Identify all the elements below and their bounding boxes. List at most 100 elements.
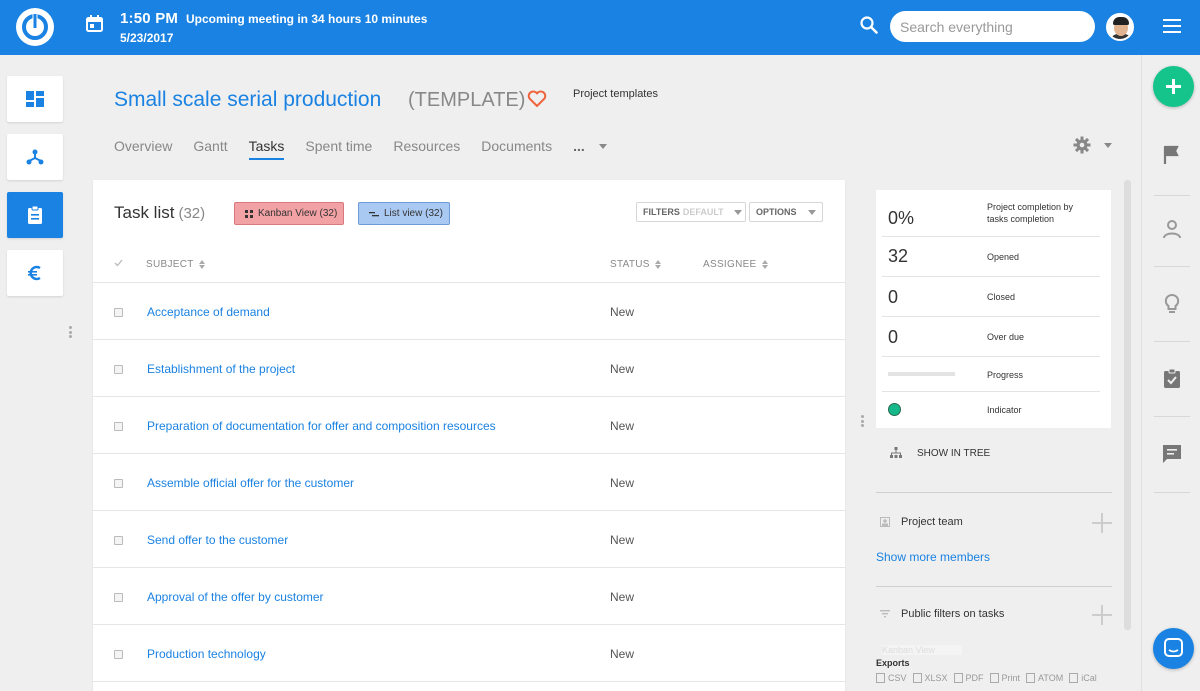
chat-bubble-icon	[1164, 638, 1183, 657]
comment-icon[interactable]	[1160, 442, 1184, 466]
table-row[interactable]: Preparation of documentation for offer a…	[93, 397, 845, 454]
export-csv-link[interactable]: CSV	[876, 673, 907, 683]
team-icon	[880, 517, 890, 527]
task-status: New	[610, 590, 635, 604]
sidebar-resize-handle[interactable]	[69, 326, 72, 338]
logo-icon	[22, 13, 48, 40]
column-subject[interactable]: SUBJECT	[146, 259, 206, 270]
gear-icon[interactable]	[1073, 136, 1091, 154]
tab-spent-time[interactable]: Spent time	[305, 138, 372, 160]
select-all-checkmark-icon[interactable]	[114, 259, 123, 267]
task-status: New	[610, 305, 635, 319]
row-checkbox[interactable]	[114, 536, 123, 545]
dashboard-nav-button[interactable]	[7, 76, 63, 122]
export-pdf-link[interactable]: PDF	[954, 673, 984, 683]
user-icon[interactable]	[1160, 217, 1184, 241]
row-checkbox[interactable]	[114, 422, 123, 431]
search-input[interactable]	[890, 11, 1095, 42]
checklist-icon[interactable]	[1160, 367, 1184, 391]
hamburger-menu-icon[interactable]	[1163, 19, 1181, 33]
app-logo[interactable]	[16, 8, 54, 46]
row-checkbox[interactable]	[114, 479, 123, 488]
tab-documents[interactable]: Documents	[481, 138, 552, 160]
row-checkbox[interactable]	[114, 365, 123, 374]
options-dropdown[interactable]: OPTIONS	[749, 202, 823, 222]
tasks-nav-button[interactable]	[7, 192, 63, 238]
stat-progress-label: Progress	[987, 370, 1024, 380]
column-status[interactable]: STATUS	[610, 259, 662, 270]
filters-dropdown[interactable]: FILTERS DEFAULT	[636, 202, 746, 222]
task-subject-link[interactable]: Approval of the offer by customer	[147, 590, 324, 604]
stat-completion: 0% Project completion by tasks completio…	[882, 195, 1100, 237]
task-subject-link[interactable]: Production technology	[147, 647, 266, 661]
add-member-plus-icon[interactable]	[1092, 513, 1112, 533]
table-row[interactable]: Establishment of the project New	[93, 340, 845, 397]
table-row[interactable]: Assemble official offer for the customer…	[93, 454, 845, 511]
panel-resize-handle[interactable]	[861, 415, 864, 429]
rail-divider	[1154, 266, 1190, 267]
add-new-fab-button[interactable]	[1153, 66, 1194, 107]
options-chevron-down-icon	[808, 209, 816, 215]
search-icon[interactable]	[860, 16, 878, 34]
export-ical-link[interactable]: iCal	[1069, 673, 1097, 683]
task-subject-link[interactable]: Preparation of documentation for offer a…	[147, 419, 496, 433]
tab-more[interactable]: ...	[573, 138, 585, 160]
side-panel-scrollbar[interactable]	[1124, 180, 1131, 630]
task-subject-link[interactable]: Assemble official offer for the customer	[147, 476, 354, 490]
rail-divider	[1154, 341, 1190, 342]
list-view-button[interactable]: List view (32)	[358, 202, 450, 225]
task-subject-link[interactable]: Send offer to the customer	[147, 533, 288, 547]
ghost-filter-item[interactable]: Kanban View	[882, 645, 962, 655]
tab-tasks[interactable]: Tasks	[248, 138, 285, 160]
tab-overview[interactable]: Overview	[114, 138, 172, 160]
euro-icon	[28, 265, 41, 281]
row-checkbox[interactable]	[114, 650, 123, 659]
chat-widget-button[interactable]	[1153, 628, 1194, 669]
stat-opened[interactable]: 32 Opened	[882, 237, 1100, 277]
task-list-count: (32)	[178, 205, 206, 222]
settings-chevron-down-icon[interactable]	[1104, 143, 1112, 148]
projects-nav-button[interactable]	[7, 134, 63, 180]
project-stats-panel: 0% Project completion by tasks completio…	[876, 190, 1111, 428]
show-more-members-link[interactable]: Show more members	[876, 550, 990, 564]
stat-closed[interactable]: 0 Closed	[882, 277, 1100, 317]
project-templates-link[interactable]: Project templates	[573, 88, 658, 100]
filters-label: FILTERS	[643, 207, 680, 217]
column-assignee[interactable]: ASSIGNEE	[703, 259, 769, 270]
stat-overdue[interactable]: 0 Over due	[882, 317, 1100, 357]
export-xlsx-link[interactable]: XLSX	[913, 673, 948, 683]
tab-gantt[interactable]: Gantt	[193, 138, 227, 160]
upcoming-meeting-text[interactable]: Upcoming meeting in 34 hours 10 minutes	[186, 12, 427, 26]
user-avatar[interactable]	[1106, 13, 1134, 41]
row-checkbox[interactable]	[114, 308, 123, 317]
table-row[interactable]: Approval of the offer by customer New	[93, 568, 845, 625]
rail-divider	[1154, 195, 1190, 196]
show-in-tree-link[interactable]: SHOW IN TREE	[890, 447, 990, 459]
chevron-down-icon[interactable]	[598, 144, 607, 149]
calendar-icon[interactable]	[86, 15, 103, 32]
task-table-header: SUBJECT STATUS ASSIGNEE	[93, 255, 845, 283]
budget-nav-button[interactable]	[7, 250, 63, 296]
stat-closed-value: 0	[888, 287, 899, 307]
tab-resources[interactable]: Resources	[393, 138, 460, 160]
kanban-view-button[interactable]: Kanban View (32)	[234, 202, 345, 225]
task-subject-link[interactable]: Acceptance of demand	[147, 305, 270, 319]
project-team-section: Project team	[880, 516, 963, 528]
table-row[interactable]: Send offer to the customer New	[93, 511, 845, 568]
export-print-link[interactable]: Print	[990, 673, 1021, 683]
filter-icon	[880, 610, 890, 618]
kanban-icon	[245, 209, 253, 218]
task-subject-link[interactable]: Establishment of the project	[147, 362, 295, 376]
table-row[interactable]: Production technology New	[93, 625, 845, 682]
row-checkbox[interactable]	[114, 593, 123, 602]
lightbulb-icon[interactable]	[1160, 292, 1184, 316]
column-status-label: STATUS	[610, 259, 650, 270]
project-team-label: Project team	[901, 516, 963, 528]
flag-icon[interactable]	[1160, 143, 1184, 167]
sort-icon	[198, 260, 206, 269]
table-row[interactable]: Acceptance of demand New	[93, 283, 845, 340]
stat-completion-label: Project completion by tasks completion	[987, 202, 1074, 224]
export-atom-link[interactable]: ATOM	[1026, 673, 1063, 683]
favorite-heart-icon[interactable]	[527, 90, 547, 108]
add-filter-plus-icon[interactable]	[1092, 605, 1112, 625]
